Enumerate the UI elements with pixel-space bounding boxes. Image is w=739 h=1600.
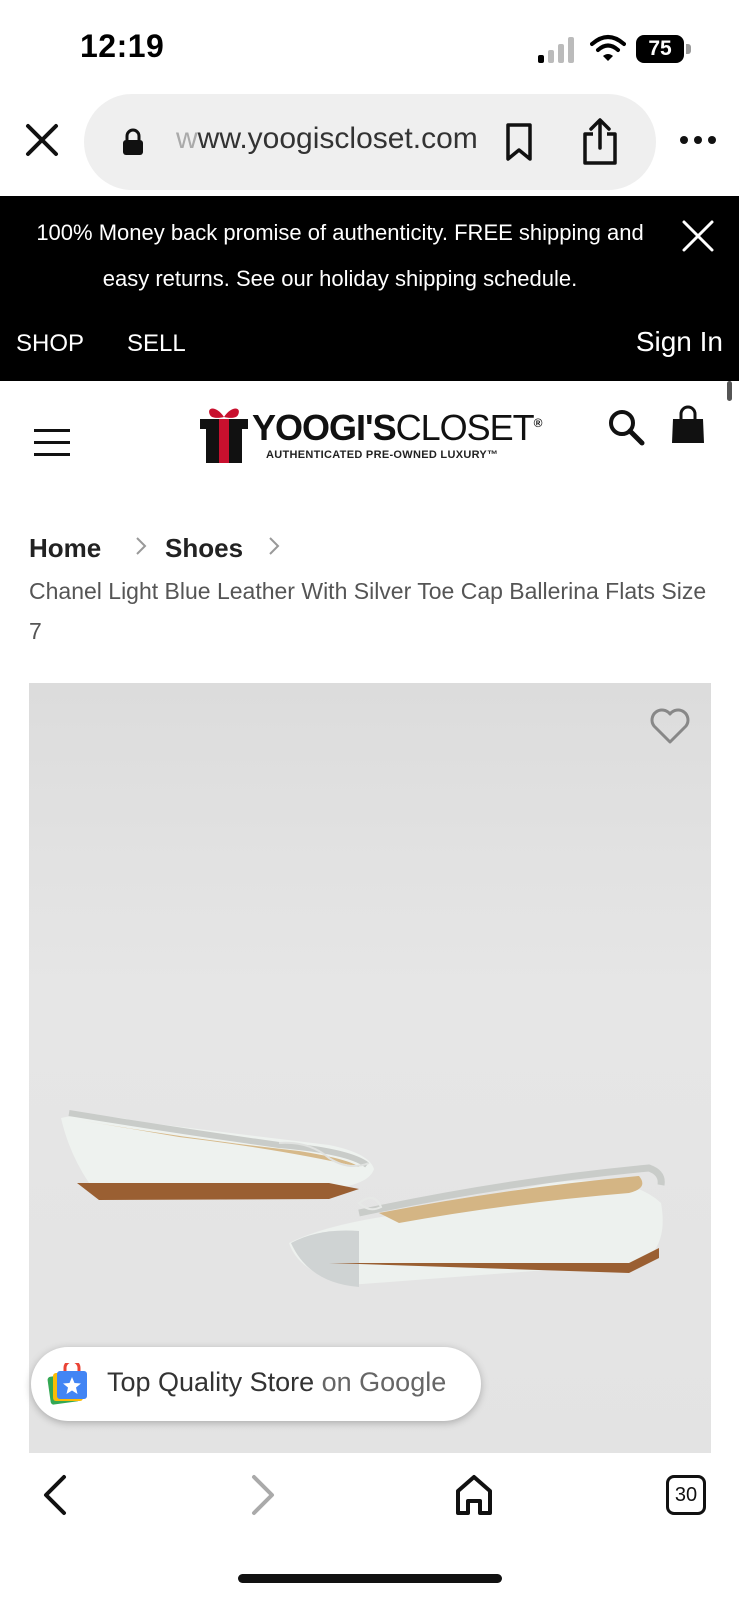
logo-bold-part: YOOGI'S <box>252 407 397 448</box>
favorite-heart-icon[interactable] <box>649 707 691 745</box>
more-options-icon[interactable] <box>678 130 718 150</box>
promo-text: 100% Money back promise of authenticity.… <box>36 220 644 291</box>
browser-bottom-toolbar: 30 <box>0 1453 739 1600</box>
wifi-icon <box>590 35 626 61</box>
bookmark-icon[interactable] <box>502 122 536 162</box>
address-bar[interactable]: www.yoogiscloset.com <box>84 94 656 190</box>
logo-wordmark: YOOGI'SCLOSET® <box>252 407 543 449</box>
breadcrumb-home[interactable]: Home <box>29 533 101 564</box>
nav-sell[interactable]: SELL <box>127 330 186 358</box>
battery-level: 75 <box>648 37 672 60</box>
logo-light-part: CLOSET <box>395 407 535 448</box>
chevron-right-icon <box>269 537 280 555</box>
badge-text: Top Quality Store on Google <box>107 1367 446 1398</box>
chevron-right-icon <box>136 537 147 555</box>
product-title: Chanel Light Blue Leather With Silver To… <box>29 578 707 644</box>
promo-banner: 100% Money back promise of authenticity.… <box>0 196 739 381</box>
badge-suffix: on Google <box>321 1367 447 1397</box>
back-arrow-icon[interactable] <box>40 1473 68 1517</box>
gift-box-icon <box>200 408 248 463</box>
product-image[interactable] <box>29 683 711 1453</box>
badge-label: Top Quality Store <box>107 1367 315 1397</box>
share-icon[interactable] <box>580 118 620 166</box>
site-header: YOOGI'SCLOSET® AUTHENTICATED PRE-OWNED L… <box>0 381 739 501</box>
browser-toolbar: www.yoogiscloset.com <box>0 92 739 196</box>
shopping-bag-star-icon <box>47 1363 87 1405</box>
signal-icon <box>538 37 574 63</box>
battery-icon: 75 <box>636 35 692 63</box>
close-banner-icon[interactable] <box>680 218 716 254</box>
logo-tagline: AUTHENTICATED PRE-OWNED LUXURY™ <box>266 449 499 461</box>
status-time: 12:19 <box>80 28 165 64</box>
shopping-bag-icon[interactable] <box>670 405 706 445</box>
home-indicator <box>238 1574 502 1583</box>
logo-trademark: ® <box>533 416 543 430</box>
sign-in-link[interactable]: Sign In <box>636 326 723 358</box>
page-scrollbar[interactable] <box>727 381 732 401</box>
ballerina-flats-photo <box>61 1110 665 1287</box>
google-top-quality-badge[interactable]: Top Quality Store on Google <box>31 1347 481 1421</box>
search-icon[interactable] <box>607 408 645 446</box>
home-icon[interactable] <box>454 1473 494 1517</box>
breadcrumb-shoes[interactable]: Shoes <box>165 533 243 564</box>
url-text: www.yoogiscloset.com <box>176 122 476 156</box>
menu-icon[interactable] <box>34 429 70 457</box>
status-bar: 12:19 75 <box>0 0 739 92</box>
forward-arrow-icon[interactable] <box>250 1473 278 1517</box>
site-logo[interactable]: YOOGI'SCLOSET® AUTHENTICATED PRE-OWNED L… <box>198 401 543 473</box>
nav-shop[interactable]: SHOP <box>16 330 84 358</box>
lock-icon <box>123 128 143 155</box>
url-faded-prefix: w <box>176 122 198 155</box>
url-domain: ww.yoogiscloset.com <box>197 122 476 155</box>
close-icon[interactable] <box>22 120 62 160</box>
tabs-count-button[interactable]: 30 <box>666 1475 706 1515</box>
